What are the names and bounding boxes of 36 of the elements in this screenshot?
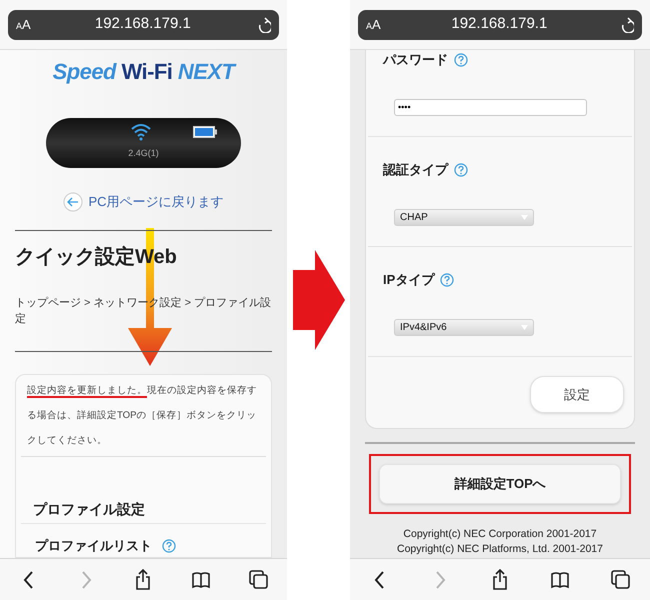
book-icon[interactable] [190,569,211,590]
help-icon[interactable] [454,163,468,177]
logo: Speed Wi-Fi NEXT [52,59,238,85]
copyright-text: Copyright(c) NEC Corporation 2001-2017 [403,527,597,542]
url-text: 192.168.179.1 [94,14,192,34]
password-field[interactable]: •••• [394,99,587,116]
field-label: 認証タイプ [383,161,448,180]
text-size-button[interactable]: AA [366,14,381,34]
tabs-icon[interactable] [248,569,268,590]
book-icon[interactable] [550,569,570,590]
wifi-icon [130,123,150,141]
share-icon[interactable] [490,569,510,590]
section-title: プロファイル設定 [32,500,146,519]
back-link-text[interactable]: PC用ページに戻ります [88,192,224,212]
band-label: 2.4G(1) [128,147,159,160]
help-icon[interactable] [162,538,176,553]
detail-settings-button[interactable]: 詳細設定TOPへ [379,464,621,504]
field-label: IPタイプ [383,271,434,290]
address-bar[interactable]: AA 192.168.179.1 [8,10,279,40]
submit-button[interactable]: 設定 [530,376,624,413]
back-link[interactable]: PC用ページに戻ります [0,192,287,212]
field-label: パスワード [383,51,448,70]
battery-icon [192,126,216,138]
url-text: 192.168.179.1 [450,14,548,34]
dropdown-caret-icon [521,325,528,330]
update-message: 設定内容を更新しました。現在の設定内容を保存する場合は、詳細設定TOPの［保存］ボタンをクリックしてください。 [26,384,258,448]
dropdown[interactable]: IPv4&IPv6 [394,319,534,336]
copyright-text: Copyright(c) NEC Platforms, Ltd. 2001-2017 [396,542,603,557]
tabs-icon[interactable] [610,569,630,590]
help-icon[interactable] [454,53,468,67]
help-icon[interactable] [440,273,454,287]
text-size-button[interactable]: AA [16,14,31,34]
dropdown-caret-icon [521,215,528,220]
dropdown[interactable]: CHAP [394,209,534,226]
field-label: プロファイルリスト [35,537,152,555]
address-bar[interactable]: AA 192.168.179.1 [358,10,642,40]
